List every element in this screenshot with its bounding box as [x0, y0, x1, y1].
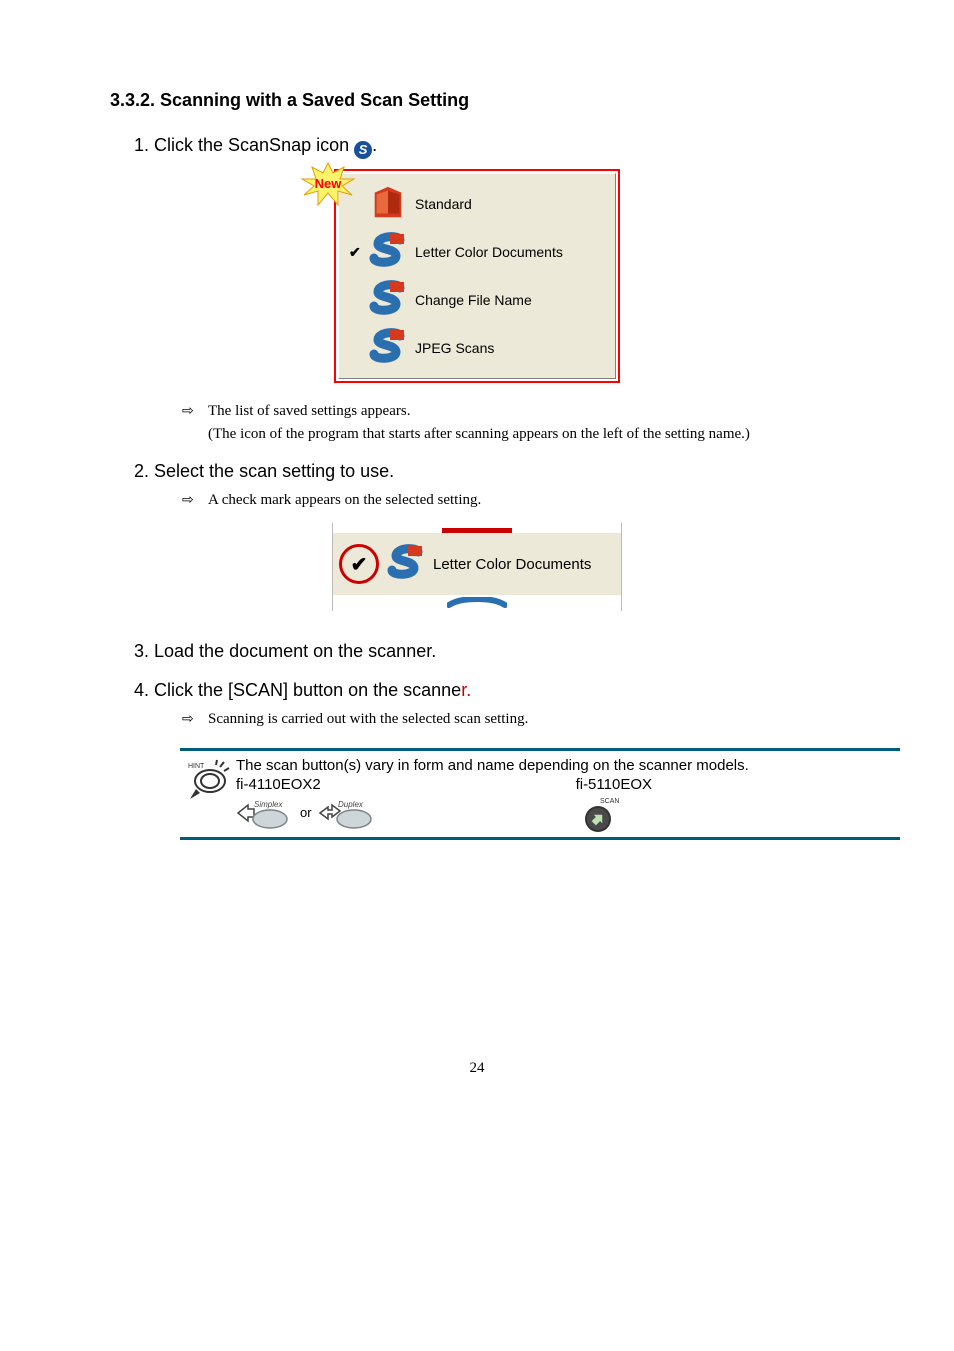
step-1-suffix: .: [372, 135, 377, 155]
step-1: 1. Click the ScanSnap icon S.: [134, 135, 844, 159]
arrow-icon: ⇨: [182, 711, 194, 728]
partial-icon: [447, 597, 507, 609]
new-burst-label: New: [315, 176, 343, 191]
scansnap-s-icon: [367, 327, 409, 369]
result-1a: ⇨ The list of saved settings appears.: [182, 403, 844, 420]
menu-item-jpeg-scans[interactable]: JPEG Scans: [343, 324, 611, 372]
result-4: ⇨ Scanning is carried out with the selec…: [182, 711, 844, 728]
menu-item-letter-color[interactable]: ✔ Letter Color Documents: [343, 228, 611, 276]
scan-button-icon: SCAN: [576, 795, 624, 833]
hint-icon-label: HINT: [188, 763, 205, 770]
menu-label-2: Change File Name: [415, 292, 532, 308]
step-4-black: 4. Click the [SCAN] button on the scanne: [134, 680, 461, 700]
hint-model-a-label: fi-4110EOX2: [236, 776, 321, 793]
result-1a-text: The list of saved settings appears.: [208, 403, 410, 419]
arrow-icon: ⇨: [182, 403, 194, 420]
scansnap-s-icon: [367, 279, 409, 321]
selected-setting-row: ✔ Letter Color Documents: [333, 533, 621, 595]
selected-setting-label: Letter Color Documents: [433, 556, 591, 573]
scansnap-s-icon: [367, 231, 409, 273]
menu-item-standard[interactable]: Standard: [343, 180, 611, 228]
section-heading: 3.3.2. Scanning with a Saved Scan Settin…: [110, 90, 844, 111]
step-2: 2. Select the scan setting to use.: [134, 461, 844, 482]
hint-box: HINT The scan button(s) vary in form and…: [180, 748, 900, 840]
selected-setting-frame: ✔ Letter Color Documents: [332, 523, 622, 611]
step-3: 3. Load the document on the scanner.: [134, 641, 844, 662]
menu-item-change-file-name[interactable]: Change File Name: [343, 276, 611, 324]
hint-model-b: fi-5110EOX SCAN: [576, 776, 652, 833]
menu-check-1: ✔: [349, 244, 367, 261]
arrow-icon: ⇨: [182, 492, 194, 509]
hint-model-b-label: fi-5110EOX: [576, 776, 652, 793]
page-number: 24: [110, 1060, 844, 1077]
hint-model-a: fi-4110EOX2 Simplex or Duplex: [236, 776, 376, 829]
hint-line1: The scan button(s) vary in form and name…: [236, 757, 900, 774]
step-1-prefix: 1. Click the ScanSnap icon: [134, 135, 354, 155]
result-2: ⇨ A check mark appears on the selected s…: [182, 492, 844, 509]
selected-setting-figure: ✔ Letter Color Documents: [110, 523, 844, 611]
result-2-text: A check mark appears on the selected set…: [208, 492, 481, 508]
step-4-red: r.: [461, 680, 471, 700]
menu-label-1: Letter Color Documents: [415, 244, 563, 260]
scansnap-s-icon: [385, 543, 427, 585]
svg-text:SCAN: SCAN: [600, 798, 619, 805]
menu-label-3: JPEG Scans: [415, 340, 494, 356]
settings-menu-border: New Standard ✔ Letter Color Documents: [334, 169, 620, 383]
checkmark-highlight: ✔: [339, 544, 379, 584]
menu-label-0: Standard: [415, 196, 472, 212]
settings-menu-figure: New Standard ✔ Letter Color Documents: [110, 169, 844, 383]
step-4: 4. Click the [SCAN] button on the scanne…: [134, 680, 844, 701]
hint-or: or: [300, 805, 312, 820]
simplex-button-icon: Simplex: [236, 795, 294, 829]
svg-text:Simplex: Simplex: [254, 800, 283, 809]
scansnap-icon: S: [354, 141, 372, 159]
preset-icon: [367, 183, 409, 225]
svg-text:Duplex: Duplex: [338, 800, 364, 809]
duplex-button-icon: Duplex: [318, 795, 376, 829]
result-1b: (The icon of the program that starts aft…: [208, 426, 844, 443]
hint-icon: HINT: [180, 757, 236, 833]
settings-menu: Standard ✔ Letter Color Documents Change…: [338, 173, 616, 379]
result-4-text: Scanning is carried out with the selecte…: [208, 711, 528, 727]
